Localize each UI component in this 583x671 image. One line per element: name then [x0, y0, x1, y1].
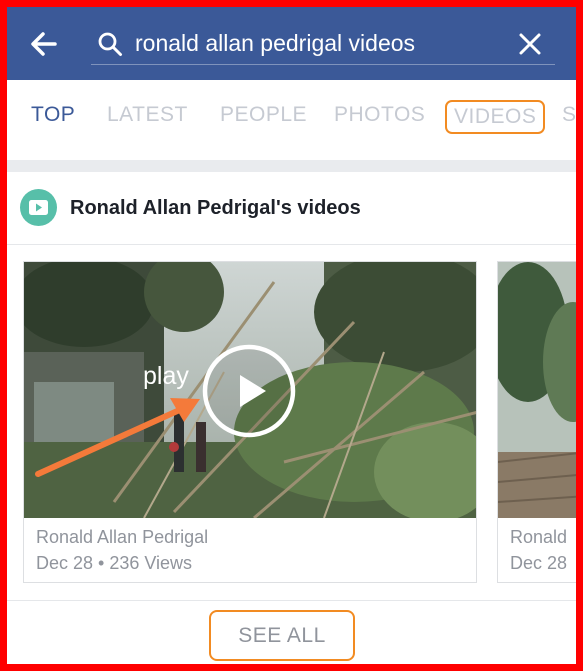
video-thumbnail[interactable]	[498, 262, 576, 518]
search-input[interactable]	[135, 25, 505, 61]
section-footer: SEE ALL	[7, 600, 576, 664]
tab-photos[interactable]: PHOTOS	[334, 103, 425, 127]
search-icon	[98, 32, 122, 56]
section-header: Ronald Allan Pedrigal's videos	[7, 172, 576, 245]
video-meta: Dec 28 • 236 Views	[36, 553, 193, 573]
videos-section: Ronald Allan Pedrigal's videos play Rona…	[7, 172, 576, 664]
play-button[interactable]	[202, 344, 296, 438]
clear-search-button[interactable]	[515, 29, 545, 59]
tab-people[interactable]: PEOPLE	[220, 103, 307, 127]
video-play-icon	[20, 189, 57, 226]
video-card[interactable]: play Ronald Allan Pedrigal Dec 28 • 236 …	[23, 261, 477, 583]
back-button[interactable]	[25, 25, 63, 63]
play-icon	[202, 344, 296, 438]
video-author[interactable]: Ronald	[510, 527, 567, 548]
section-title: Ronald Allan Pedrigal's videos	[70, 197, 361, 219]
see-all-button[interactable]: SEE ALL	[209, 610, 355, 661]
search-header	[7, 7, 576, 80]
video-card[interactable]: Ronald Dec 28	[497, 261, 576, 583]
tab-latest[interactable]: LATEST	[107, 103, 188, 127]
arrow-left-icon	[31, 32, 57, 56]
play-annotation-label: play	[143, 362, 189, 390]
tab-partial[interactable]: S	[562, 103, 576, 127]
video-author[interactable]: Ronald Allan Pedrigal	[36, 527, 208, 548]
tab-top[interactable]: TOP	[31, 103, 75, 127]
video-meta: Dec 28	[510, 553, 568, 573]
close-icon	[519, 33, 541, 55]
search-filter-tabs: TOP LATEST PEOPLE PHOTOS VIDEOS S	[7, 80, 576, 160]
search-box	[91, 21, 555, 65]
section-divider	[7, 160, 576, 172]
annotation-frame: TOP LATEST PEOPLE PHOTOS VIDEOS S Ronald…	[0, 0, 583, 671]
tab-videos[interactable]: VIDEOS	[445, 100, 546, 134]
